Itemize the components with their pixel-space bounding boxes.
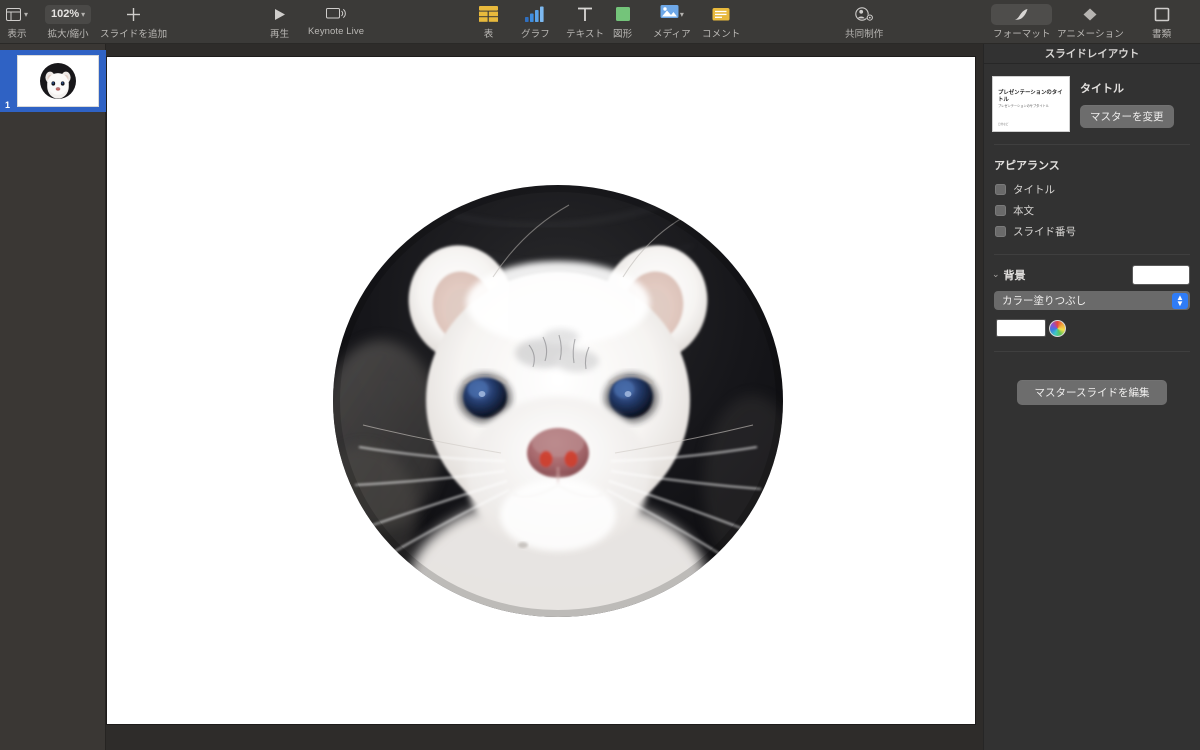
- background-heading: 背景: [1003, 270, 1026, 282]
- insert-shape-button[interactable]: 図形: [613, 3, 632, 40]
- insert-comment-label: コメント: [702, 29, 741, 40]
- play-button[interactable]: 再生: [270, 3, 289, 40]
- divider: [994, 254, 1190, 255]
- chevron-down-icon: ▾: [81, 9, 86, 19]
- checkbox-title[interactable]: [995, 184, 1006, 195]
- format-brush-icon: [1013, 3, 1031, 25]
- appearance-option-body-label: 本文: [1013, 205, 1034, 217]
- chart-icon: [525, 3, 545, 25]
- canvas-area[interactable]: [106, 44, 983, 750]
- edit-master-slide-button[interactable]: マスタースライドを編集: [1016, 380, 1168, 405]
- appearance-option-body[interactable]: 本文: [984, 200, 1200, 221]
- ermine-photo-art: [333, 185, 783, 617]
- document-tab[interactable]: 書類: [1152, 3, 1171, 40]
- animate-tab-label: アニメーション: [1057, 29, 1124, 40]
- appearance-option-slide-number-label: スライド番号: [1013, 226, 1076, 238]
- divider: [994, 144, 1190, 145]
- media-icon: [660, 4, 679, 24]
- background-preview-swatch[interactable]: [1132, 265, 1190, 285]
- divider: [994, 351, 1190, 352]
- background-fill-type-value: カラー塗りつぶし: [1002, 295, 1087, 307]
- insert-chart-button[interactable]: グラフ: [521, 3, 550, 40]
- appearance-option-title-label: タイトル: [1013, 184, 1055, 196]
- change-master-button[interactable]: マスターを変更: [1080, 105, 1174, 128]
- insert-shape-label: 図形: [613, 29, 633, 40]
- keynote-live-label: Keynote Live: [308, 26, 365, 37]
- insert-text-button[interactable]: テキスト: [566, 3, 604, 40]
- plus-icon: [125, 3, 142, 25]
- zoom-value-pill[interactable]: 102% ▾: [45, 4, 92, 24]
- document-tab-label: 書類: [1152, 29, 1172, 40]
- chevron-down-icon[interactable]: ⌄: [992, 269, 1000, 280]
- zoom-control[interactable]: 102% ▾ 拡大/縮小: [45, 3, 92, 40]
- format-inspector: スライドレイアウト プレゼンテーションのタイトル プレゼンテーションのサブタイト…: [983, 44, 1200, 750]
- slide-number-label: 1: [5, 100, 11, 110]
- slide-layout-name: タイトル: [1080, 83, 1124, 95]
- text-icon: [576, 3, 594, 25]
- zoom-label: 拡大/縮小: [47, 29, 89, 40]
- appearance-heading: アピアランス: [994, 160, 1060, 172]
- slide-canvas[interactable]: [107, 57, 975, 724]
- insert-table-label: 表: [483, 29, 494, 40]
- collaborate-label: 共同制作: [845, 29, 884, 40]
- keynote-live-button[interactable]: Keynote Live: [308, 3, 364, 37]
- slide-thumbnail-1[interactable]: [17, 55, 99, 107]
- comment-icon: [712, 3, 730, 25]
- display-icon: [326, 3, 346, 25]
- collaborate-icon: [854, 3, 874, 25]
- background-color-well[interactable]: [996, 319, 1046, 337]
- format-tab-label: フォーマット: [993, 29, 1051, 40]
- chevron-down-icon: ▾: [24, 9, 29, 19]
- animate-tab[interactable]: アニメーション: [1057, 3, 1124, 40]
- insert-text-label: テキスト: [566, 29, 605, 40]
- background-header[interactable]: ⌄ 背景: [984, 257, 1200, 291]
- appearance-option-title[interactable]: タイトル: [984, 179, 1200, 200]
- zoom-value: 102%: [51, 8, 80, 20]
- document-icon: [1154, 3, 1170, 25]
- checkbox-slide-number[interactable]: [995, 226, 1006, 237]
- insert-media-button[interactable]: ▾ メディア: [653, 3, 691, 40]
- keynote-window: ▾ 表示 102% ▾ 拡大/縮小 スライドを追加 再生 Keynote Liv…: [0, 0, 1200, 750]
- color-wheel-icon[interactable]: [1049, 319, 1066, 337]
- checkbox-body[interactable]: [995, 205, 1006, 216]
- inspector-title: スライドレイアウト: [984, 44, 1200, 64]
- chevron-updown-icon[interactable]: ▲ ▼: [1172, 292, 1188, 309]
- background-color-row: [984, 310, 1200, 337]
- animate-diamond-icon: [1081, 3, 1099, 25]
- table-icon: [479, 3, 498, 25]
- ermine-photo[interactable]: [333, 185, 783, 617]
- appearance-option-slide-number[interactable]: スライド番号: [984, 221, 1200, 242]
- add-slide-button[interactable]: スライドを追加: [100, 3, 167, 40]
- window-icon: ▾: [6, 3, 28, 25]
- insert-media-label: メディア: [653, 29, 691, 40]
- play-label: 再生: [270, 29, 290, 40]
- insert-table-button[interactable]: 表: [479, 3, 498, 40]
- master-thumb-subtitle: プレゼンテーションのサブタイトル: [998, 104, 1049, 108]
- slide-navigator-item-1[interactable]: 1: [0, 50, 106, 112]
- master-thumb-title: プレゼンテーションのタイトル: [998, 90, 1063, 103]
- view-button[interactable]: ▾ 表示: [6, 3, 28, 40]
- chevron-down-icon: ▾: [679, 9, 684, 19]
- master-thumb-footer: 日付など: [998, 123, 1009, 126]
- insert-comment-button[interactable]: コメント: [702, 3, 740, 40]
- slide-navigator[interactable]: 1: [0, 44, 106, 750]
- view-label: 表示: [7, 29, 27, 40]
- collaborate-button[interactable]: 共同制作: [845, 3, 883, 40]
- format-tab[interactable]: フォーマット: [993, 3, 1051, 40]
- thumbnail-ermine-photo: [40, 63, 76, 99]
- toolbar: ▾ 表示 102% ▾ 拡大/縮小 スライドを追加 再生 Keynote Liv…: [0, 0, 1200, 44]
- add-slide-label: スライドを追加: [100, 29, 168, 40]
- shape-icon: [615, 3, 631, 25]
- insert-chart-label: グラフ: [521, 29, 550, 40]
- background-fill-type-select[interactable]: カラー塗りつぶし ▲ ▼: [994, 291, 1190, 310]
- play-icon: [272, 3, 287, 25]
- slide-layout-row: プレゼンテーションのタイトル プレゼンテーションのサブタイトル 日付など タイト…: [984, 64, 1200, 142]
- master-slide-thumbnail[interactable]: プレゼンテーションのタイトル プレゼンテーションのサブタイトル 日付など: [992, 76, 1070, 132]
